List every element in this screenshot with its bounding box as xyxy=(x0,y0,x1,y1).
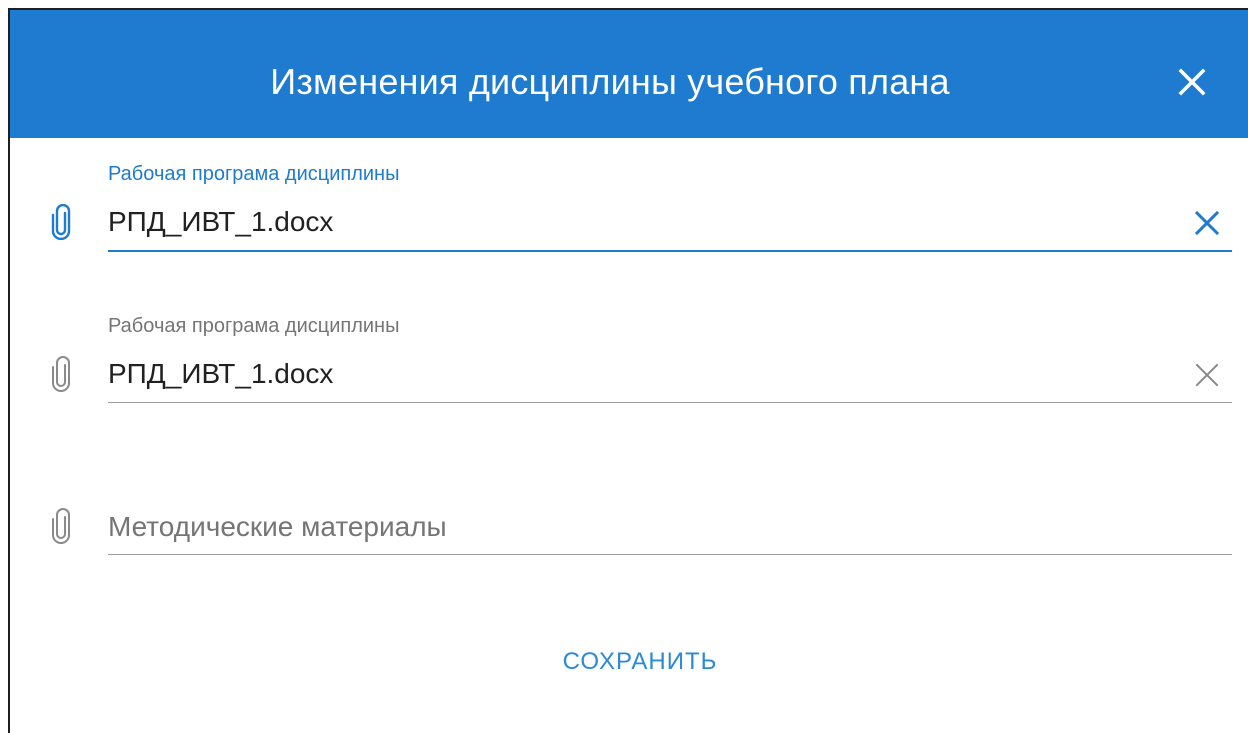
work-program-field-1[interactable]: Рабочая програма дисциплины РПД_ИВТ_1.do… xyxy=(10,160,1248,260)
attach-button-3[interactable] xyxy=(50,508,72,544)
field-label: Рабочая програма дисциплины xyxy=(108,315,400,337)
dialog-header: Изменения дисциплины учебного плана xyxy=(10,10,1248,138)
edit-discipline-dialog: Изменения дисциплины учебного плана Рабо… xyxy=(8,8,1248,733)
paperclip-icon xyxy=(52,508,70,544)
paperclip-icon xyxy=(52,356,70,392)
close-icon xyxy=(1178,68,1206,96)
methodical-materials-placeholder[interactable]: Методические материалы xyxy=(108,510,447,544)
close-icon xyxy=(1194,210,1220,236)
close-icon xyxy=(1195,363,1219,387)
attach-button-2[interactable] xyxy=(50,356,72,392)
save-button[interactable]: СОХРАНИТЬ xyxy=(510,634,770,690)
field-underline xyxy=(108,554,1232,555)
methodical-materials-field[interactable]: Методические материалы xyxy=(10,480,1248,560)
dialog-title: Изменения дисциплины учебного плана xyxy=(270,61,950,102)
attach-button-1[interactable] xyxy=(50,203,72,241)
field-label: Рабочая програма дисциплины xyxy=(108,163,400,185)
clear-file-button-1[interactable] xyxy=(1192,208,1222,238)
paperclip-icon xyxy=(51,203,71,241)
file-name[interactable]: РПД_ИВТ_1.docx xyxy=(108,357,333,391)
work-program-field-2[interactable]: Рабочая програма дисциплины РПД_ИВТ_1.do… xyxy=(10,312,1248,412)
close-dialog-button[interactable] xyxy=(1172,62,1212,102)
field-underline xyxy=(108,402,1232,403)
clear-file-button-2[interactable] xyxy=(1192,360,1222,390)
field-underline xyxy=(108,250,1232,252)
file-name[interactable]: РПД_ИВТ_1.docx xyxy=(108,205,333,239)
